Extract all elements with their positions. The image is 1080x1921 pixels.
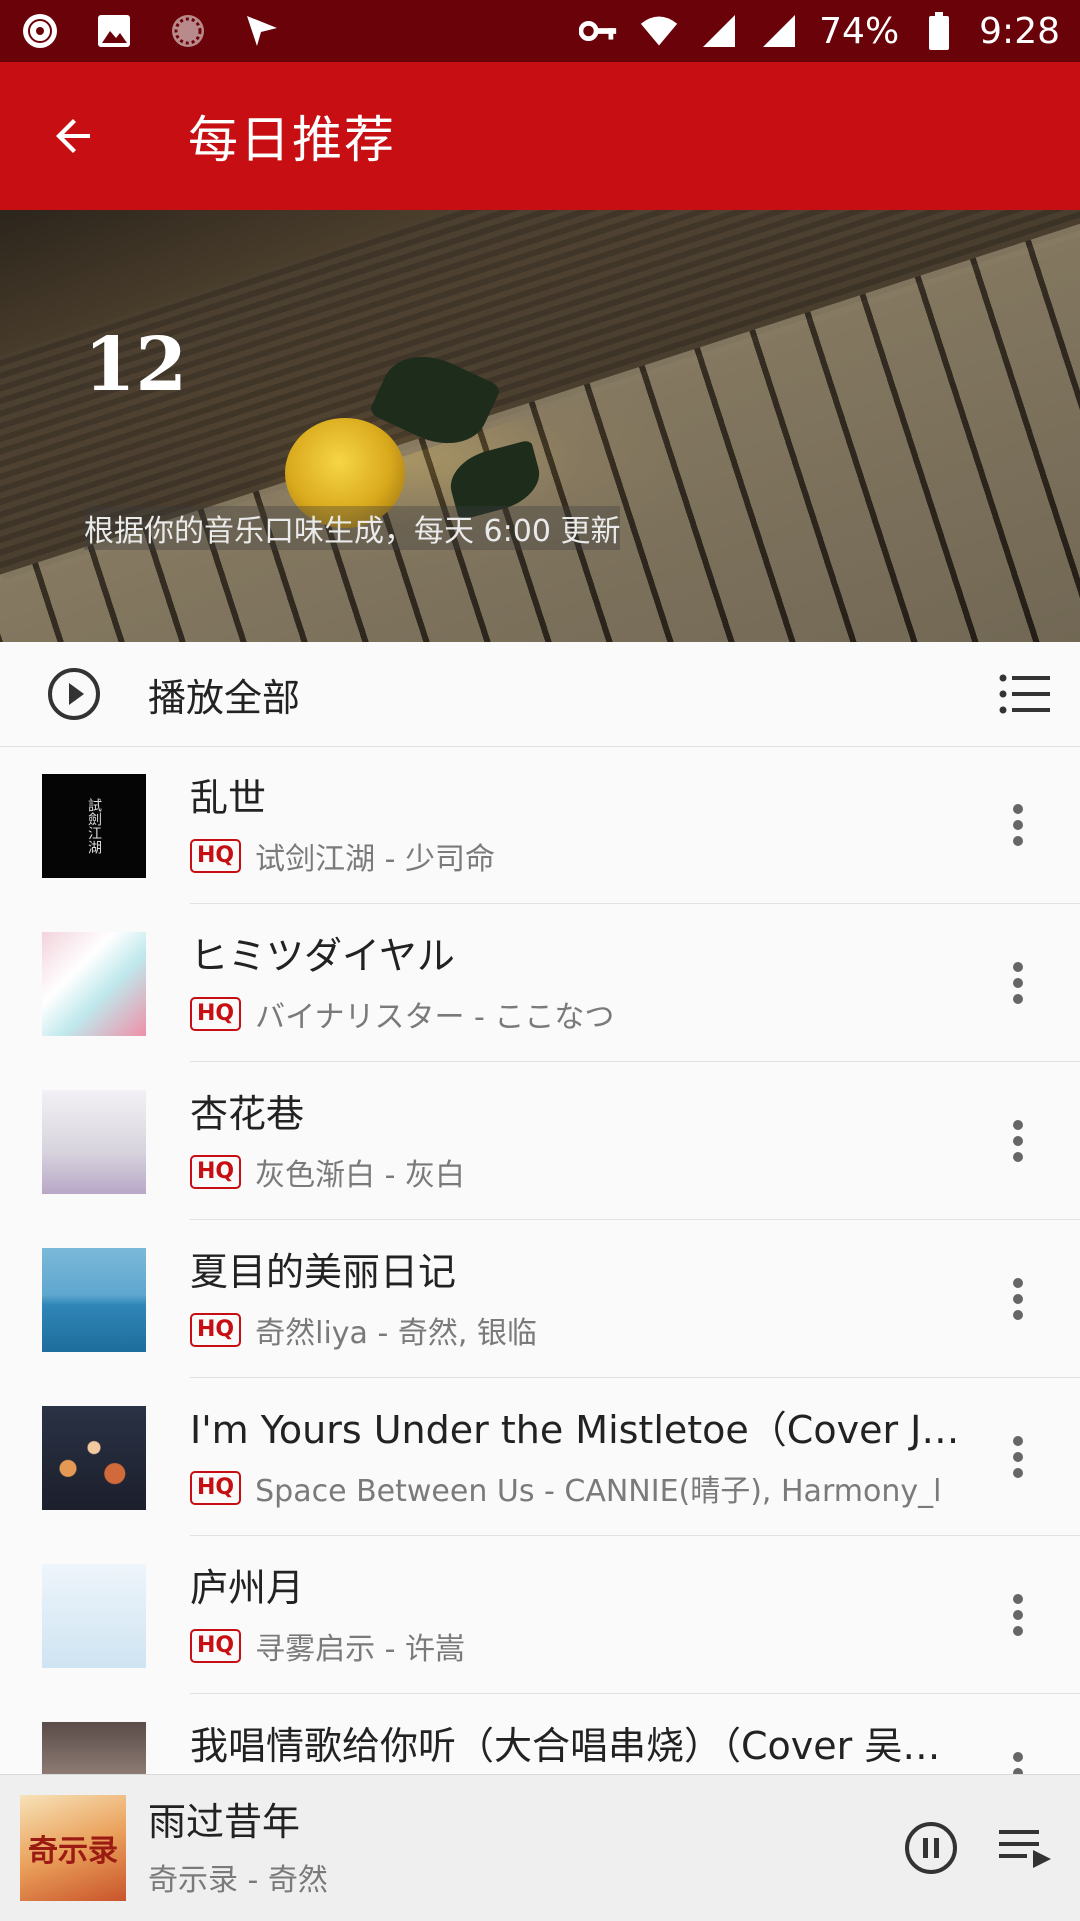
song-title: 夏目的美丽日记: [190, 1250, 457, 1294]
more-options-button[interactable]: [986, 1264, 1050, 1334]
multi-select-button[interactable]: [970, 642, 1080, 746]
song-title: 杏花巷: [190, 1092, 305, 1136]
hq-badge: HQ: [190, 1629, 242, 1663]
arrow-left-icon: [56, 119, 90, 153]
vpn-key-icon: [579, 11, 619, 51]
cover-text: 奇示录: [28, 1834, 118, 1869]
hq-badge: HQ: [190, 1155, 242, 1189]
signal-icon: [699, 11, 739, 51]
more-options-button[interactable]: [986, 1580, 1050, 1650]
song-artist: 试剑江湖 - 少司命: [255, 842, 496, 877]
send-icon: [242, 11, 282, 51]
image-icon: [94, 11, 134, 51]
more-options-button[interactable]: [986, 948, 1050, 1018]
clock: 9:28: [979, 10, 1060, 52]
page-title: 每日推荐: [188, 111, 396, 169]
loading-icon: [168, 11, 208, 51]
daily-hero-banner: 12 根据你的音乐口味生成，每天 6:00 更新: [0, 210, 1080, 642]
album-cover: [42, 932, 146, 1036]
song-artist: 灰色渐白 - 灰白: [255, 1158, 466, 1193]
song-list: 試劍江湖 乱世 HQ 试剑江湖 - 少司命 ヒミツダイヤル HQ バイナリスター -…: [0, 746, 1080, 1852]
song-title: I'm Yours Under the Mistletoe（Cover Jaso…: [190, 1408, 970, 1452]
hq-badge: HQ: [190, 997, 242, 1031]
app-bar: 每日推荐: [0, 62, 1080, 210]
album-cover: [42, 1406, 146, 1510]
music-disc-icon: [20, 11, 60, 51]
more-vert-icon: [1013, 804, 1023, 846]
song-row[interactable]: ヒミツダイヤル HQ バイナリスター - ここなつ: [0, 904, 1080, 1062]
song-artist: 寻雾启示 - 许嵩: [255, 1632, 466, 1667]
status-bar: 74% 9:28: [0, 0, 1080, 62]
more-vert-icon: [1013, 1436, 1023, 1478]
battery-icon: [919, 11, 959, 51]
cover-text: 試劍江湖: [86, 798, 102, 854]
song-title: 乱世: [190, 776, 267, 820]
song-row[interactable]: 庐州月 HQ 寻雾启示 - 许嵩: [0, 1536, 1080, 1694]
song-row[interactable]: 試劍江湖 乱世 HQ 试剑江湖 - 少司命: [0, 746, 1080, 904]
more-vert-icon: [1013, 1278, 1023, 1320]
pause-button[interactable]: [896, 1813, 966, 1883]
hq-badge: HQ: [190, 1313, 242, 1347]
signal-icon: [759, 11, 799, 51]
more-vert-icon: [1013, 962, 1023, 1004]
more-options-button[interactable]: [986, 1106, 1050, 1176]
more-vert-icon: [1013, 1120, 1023, 1162]
queue-music-icon: [999, 1830, 1051, 1868]
now-playing-artist: 奇示录 - 奇然: [148, 1863, 328, 1898]
play-circle-icon[interactable]: [0, 642, 148, 746]
pause-circle-icon: [905, 1822, 957, 1874]
wifi-icon: [639, 11, 679, 51]
now-playing-cover: 奇示录: [20, 1795, 126, 1901]
list-icon: [999, 674, 1050, 714]
mini-player[interactable]: 奇示录 雨过昔年 奇示录 - 奇然: [0, 1774, 1080, 1921]
hero-subtitle: 根据你的音乐口味生成，每天 6:00 更新: [84, 506, 621, 550]
more-vert-icon: [1013, 1594, 1023, 1636]
play-all-row[interactable]: 播放全部: [0, 642, 1080, 747]
album-cover: [42, 1248, 146, 1352]
song-artist: Space Between Us - CANNIE(晴子), Harmony_l: [255, 1474, 942, 1509]
song-title: 庐州月: [190, 1566, 305, 1610]
play-queue-button[interactable]: [990, 1813, 1060, 1883]
more-options-button[interactable]: [986, 790, 1050, 860]
battery-percent: 74%: [819, 10, 900, 52]
album-cover: [42, 1090, 146, 1194]
hq-badge: HQ: [190, 1471, 242, 1505]
album-cover: 試劍江湖: [42, 774, 146, 878]
song-row[interactable]: 杏花巷 HQ 灰色渐白 - 灰白: [0, 1062, 1080, 1220]
song-title: ヒミツダイヤル: [190, 934, 455, 978]
album-cover: [42, 1564, 146, 1668]
hero-date: 12: [84, 322, 187, 408]
song-title: 我唱情歌给你听（大合唱串烧）（Cover 吴海…: [190, 1724, 970, 1768]
back-button[interactable]: [0, 62, 148, 210]
song-artist: 奇然liya - 奇然, 银临: [255, 1316, 537, 1351]
hq-badge: HQ: [190, 839, 242, 873]
song-row[interactable]: 夏目的美丽日记 HQ 奇然liya - 奇然, 银临: [0, 1220, 1080, 1378]
play-all-label: 播放全部: [148, 675, 301, 720]
now-playing-title: 雨过昔年: [148, 1800, 301, 1844]
more-options-button[interactable]: [986, 1422, 1050, 1492]
song-artist: バイナリスター - ここなつ: [255, 1000, 615, 1035]
song-row[interactable]: I'm Yours Under the Mistletoe（Cover Jaso…: [0, 1378, 1080, 1536]
